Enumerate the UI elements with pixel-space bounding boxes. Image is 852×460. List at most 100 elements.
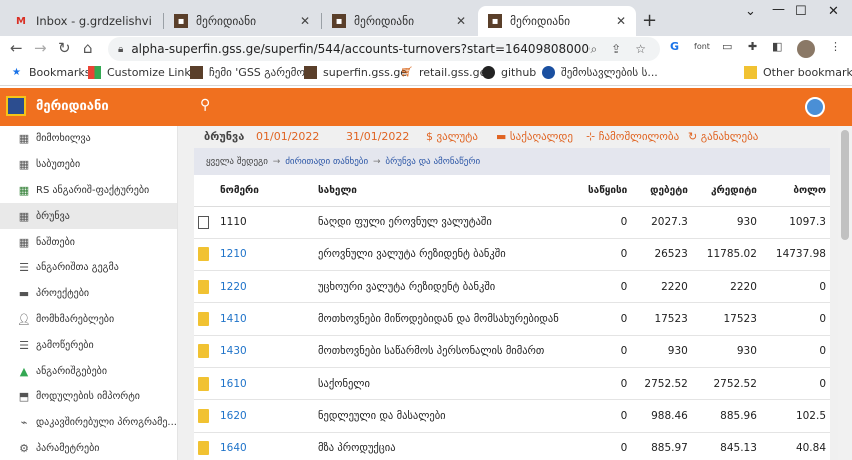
zoom-icon[interactable]: ⌕ [590,42,597,57]
cell-start: 0 [576,206,632,239]
column-header-debit[interactable]: დებეტი [631,175,692,207]
grid-icon: ▦ [18,158,30,172]
browser-tabstrip: M Inbox - g.grdzelishvili@g ▪ მერიდიანი … [0,0,852,36]
browser-profile-avatar[interactable] [797,40,815,58]
breadcrumb-root[interactable]: ყველა შედეგი [206,157,268,167]
bookmark-github[interactable]: github [482,66,536,79]
breadcrumb-item[interactable]: ძირითადი თანხები [285,157,368,167]
column-header-name[interactable]: სახელი [318,175,576,207]
account-number-link[interactable]: 1210 [220,238,318,272]
extensions-icon[interactable]: ✚ [748,40,757,53]
sidepanel-icon[interactable]: ◧ [772,40,782,53]
browser-tab-2[interactable]: ▪ მერიდიანი ✕ [164,6,320,36]
cell-credit: 2220 [691,270,761,304]
sidebar-item-module-import[interactable]: ⬒ მოდულების იმპორტი [0,384,177,410]
minimize-icon[interactable]: — [772,2,785,17]
sidebar-item-projects[interactable]: ▬ პროექტები [0,281,177,307]
bookmark-superfin[interactable]: superfin.gss.ge [304,66,407,79]
close-tab-icon[interactable]: ✕ [616,14,626,28]
translate-extension-icon[interactable]: G [670,40,679,53]
sidebar-item-subscriptions[interactable]: ☰ გამოწერები [0,332,177,358]
site-favicon-icon [304,66,317,79]
sidebar-item-turnover[interactable]: ▦ ბრუნვა [0,203,177,230]
table-row[interactable]: 1110 ნაღდი ფული ეროვნულ ვალუტაში 0 2027.… [194,206,830,239]
close-tab-icon[interactable]: ✕ [456,14,466,28]
cell-debit: 2027.3 [631,206,692,239]
browser-tab-gmail[interactable]: M Inbox - g.grdzelishvili@g [4,6,162,36]
column-header-end[interactable]: ბოლო [760,175,830,207]
search-icon[interactable]: ⚲ [200,97,210,113]
cell-start: 0 [576,335,632,368]
cast-icon[interactable]: ▭ [722,40,732,53]
account-number-link[interactable]: 1430 [220,335,318,368]
close-tab-icon[interactable]: ✕ [300,14,310,28]
column-header-credit[interactable]: კრედიტი [691,175,761,207]
sidebar-item-reports[interactable]: ▲ ანგარიშგებები [0,358,177,384]
site-favicon-icon: ▪ [332,14,346,28]
account-number-link[interactable]: 1610 [220,367,318,401]
forward-icon[interactable]: → [34,39,47,57]
sidebar-item-users[interactable]: 👤︎ მომხმარებლები [0,307,177,333]
end-date-field[interactable]: 31/01/2022 [346,130,409,143]
account-number-link[interactable]: 1410 [220,302,318,336]
sidebar-item-rs-invoices[interactable]: ▦ RS ანგარიშ-ფაქტურები [0,178,177,204]
maximize-icon[interactable]: ☐ [795,4,807,19]
refresh-button[interactable]: ↻ განახლება [688,130,758,143]
folder-icon [198,441,209,456]
table-row[interactable]: 1640 მზა პროდუქცია 0 885.97 845.13 40.84 [194,432,830,460]
cell-debit: 26523 [631,238,692,272]
reload-icon[interactable]: ↻ [58,39,71,57]
scrollbar-thumb[interactable] [841,130,849,240]
table-row[interactable]: 1410 მოთხოვნები მიწოდებიდან და მომსახურე… [194,302,830,336]
start-date-field[interactable]: 01/01/2022 [256,130,319,143]
account-number-link[interactable]: 1220 [220,270,318,304]
account-number-link[interactable]: 1640 [220,432,318,460]
new-tab-icon[interactable]: + [642,10,657,31]
browser-tab-active[interactable]: ▪ მერიდიანი ✕ [478,6,636,36]
github-icon [482,66,495,79]
cell-debit: 930 [631,335,692,368]
font-extension-icon[interactable]: font [694,42,710,51]
home-icon[interactable]: ⌂ [83,39,93,57]
table-row[interactable]: 1430 მოთხოვნები საწარმოს პერსონალის მიმა… [194,335,830,368]
back-icon[interactable]: ← [10,39,23,57]
table-row[interactable]: 1620 ნედლეული და მასალები 0 988.46 885.9… [194,399,830,433]
close-window-icon[interactable]: ✕ [828,4,839,19]
breadcrumb-item[interactable]: ბრუნვა და ამონაწერი [385,157,480,167]
collapse-button[interactable]: ⊹ ჩამოშლილობა [586,130,679,143]
share-icon[interactable]: ⇪ [611,42,621,56]
bookmark-other[interactable]: Other bookmarks [744,66,852,79]
sidebar-item-chart-of-accounts[interactable]: ☰ ანგარიშთა გეგმა [0,255,177,281]
breadcrumb: ყველა შედეგი → ძირითადი თანხები → ბრუნვა… [194,148,830,175]
user-avatar[interactable] [805,97,825,117]
bookmark-revenue[interactable]: შემოსავლების ს... [542,66,658,79]
cell-end: 0 [760,270,830,304]
bookmark-bookmarks[interactable]: ★ Bookmarks [10,66,90,79]
sidebar-item-connected-apps[interactable]: ⌁ დაკავშირებული პროგრამე... [0,410,177,436]
sidebar-item-balances[interactable]: ▦ ნაშთები [0,229,177,255]
column-header-start[interactable]: საწყისი [576,175,632,207]
cart-icon: 🛒︎ [400,67,413,78]
address-bar[interactable]: 🔒︎ alpha-superfin.gss.ge/superfin/544/ac… [108,37,660,61]
table-row[interactable]: 1210 ეროვნული ვალუტა რეზიდენტ ბანკში 0 2… [194,238,830,272]
browser-tab-3[interactable]: ▪ მერიდიანი ✕ [322,6,476,36]
star-icon[interactable]: ☆ [635,42,646,56]
currency-button[interactable]: $ ვალუტა [426,130,478,143]
column-header-number[interactable]: ნომერი [220,175,318,207]
bookmark-gss[interactable]: ჩემი 'GSS გარემო' [190,66,308,79]
sidebar-item-settings[interactable]: ⚙ პარამეტრები [0,436,177,460]
bookmark-customize-links[interactable]: Customize Links [88,66,197,79]
table-row[interactable]: 1610 საქონელი 0 2752.52 2752.52 0 [194,367,830,401]
folders-button[interactable]: ▬ საქაღალდე [496,130,573,143]
bookmark-retail[interactable]: 🛒︎ retail.gss.ge [400,66,486,79]
grid-icon: ▦ [18,235,30,249]
menu-icon[interactable]: ⋮ [830,40,841,53]
account-number-link[interactable]: 1620 [220,399,318,433]
cell-credit: 11785.02 [691,238,761,272]
sidebar-item-documents[interactable]: ▦ საბუთები [0,152,177,178]
folder-icon [198,312,209,327]
account-name: ნედლეული და მასალები [318,399,576,433]
table-row[interactable]: 1220 უცხოური ვალუტა რეზიდენტ ბანკში 0 22… [194,270,830,304]
sidebar-item-overview[interactable]: ▦ მიმოხილვა [0,126,177,152]
chevron-down-icon[interactable]: ⌄ [745,4,756,19]
